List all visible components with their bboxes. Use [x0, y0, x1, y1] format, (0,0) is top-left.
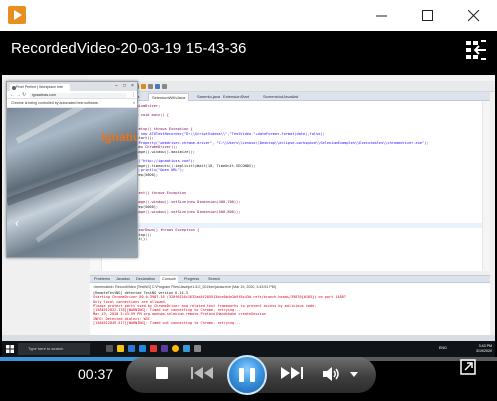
console-tab[interactable]: Javadoc [114, 276, 132, 283]
ide-toolbar [88, 81, 495, 92]
switch-to-library-icon[interactable] [465, 39, 487, 61]
automation-info-bar: Chrome is being controlled by automated … [7, 99, 137, 108]
player-header: RecordedVideo-20-03-19 15-43-36 [0, 31, 497, 75]
address-bar[interactable]: ignaatiuss.com [29, 92, 127, 98]
mail-icon[interactable] [139, 345, 146, 352]
maximize-button[interactable] [405, 0, 451, 31]
taskbar-date: 3/19/2020 [476, 349, 492, 353]
code-line: } [104, 246, 488, 251]
forward-icon[interactable]: → [16, 92, 21, 98]
console-tab[interactable]: Progress [182, 276, 201, 283]
windows-start-icon[interactable] [6, 345, 14, 353]
ide-tab[interactable]: ScreenshotJavaAwt [260, 93, 301, 101]
edge-icon[interactable] [128, 345, 135, 352]
stop-icon[interactable] [156, 367, 168, 379]
browser-tab[interactable]: Pixel Perfect | Workplace Inte [10, 84, 70, 91]
reload-icon[interactable]: ↻ [22, 92, 26, 98]
browser-tabstrip: Pixel Perfect | Workplace Inte – □ × [7, 82, 137, 91]
close-icon[interactable]: × [131, 84, 134, 89]
minimize-button[interactable] [359, 0, 405, 31]
pause-button[interactable] [227, 355, 267, 395]
maximize-icon[interactable]: □ [123, 84, 126, 89]
minimize-icon[interactable]: – [115, 84, 118, 89]
chevron-down-icon[interactable] [349, 370, 359, 378]
console-tab[interactable]: Search [206, 276, 222, 283]
console-tabs: Problems Javadoc Declaration Console Pro… [90, 275, 490, 283]
ide-editor-tabs: NaviCl.java Aver.java SeleniumWithJava S… [90, 92, 490, 101]
task-view-icon[interactable] [106, 345, 113, 352]
elapsed-time: 00:37 [78, 366, 114, 382]
web-page-hero: ignatius ‹ [7, 108, 137, 257]
browser-toolbar: ← → ↻ ignaatiuss.com ⋮ [7, 91, 137, 99]
eclipse-icon[interactable] [161, 345, 168, 352]
app-icon[interactable] [194, 345, 201, 352]
site-logo: ignatius [101, 130, 137, 144]
chrome-icon[interactable] [172, 345, 179, 352]
ide-tab-active[interactable]: SeleniumWithJava [148, 93, 190, 101]
ide-tab[interactable]: ExtensionStart [220, 93, 252, 101]
previous-icon[interactable] [190, 364, 216, 382]
input-language[interactable]: ENG [439, 346, 447, 350]
title-bar [0, 0, 497, 31]
pause-icon [250, 368, 255, 382]
play-icon [8, 6, 26, 24]
hero-image-shape [35, 152, 137, 243]
taskbar-clock[interactable]: 3:43 PM 3/19/2020 [468, 344, 492, 354]
minimize-icon [376, 15, 387, 17]
console-output[interactable]: <terminated> RecordVideo [TestNG] C:\Pro… [90, 283, 490, 335]
code-lines: private SeleniumDriver; public static vo… [104, 104, 488, 251]
pause-icon [239, 368, 244, 382]
volume-icon[interactable] [322, 366, 340, 382]
favicon-icon [11, 85, 16, 90]
menu-icon[interactable]: ⋮ [131, 92, 136, 98]
carousel-prev-icon[interactable]: ‹ [15, 216, 19, 230]
recorded-browser-window: Pixel Perfect | Workplace Inte – □ × ← →… [6, 81, 138, 258]
editor-scrollbar[interactable] [482, 101, 490, 271]
maximize-icon [422, 10, 433, 21]
back-icon[interactable]: ← [10, 92, 15, 98]
console-tab[interactable]: Declaration [134, 276, 157, 283]
video-title: RecordedVideo-20-03-19 15-43-36 [11, 40, 247, 57]
console-tab-active[interactable]: Console [160, 276, 178, 283]
next-icon[interactable] [278, 364, 304, 382]
video-frame[interactable]: NaviCl.java Aver.java SeleniumWithJava S… [2, 75, 495, 357]
app-icon[interactable] [150, 345, 157, 352]
browser-tab-title: Pixel Perfect | Workplace Inte [16, 85, 64, 89]
ide-code-editor[interactable]: private SeleniumDriver; public static vo… [90, 101, 490, 271]
hero-image-shape [7, 146, 137, 206]
fullscreen-icon[interactable] [460, 359, 476, 375]
console-lines: [RemoteTestNG] detected TestNG version 6… [93, 291, 487, 325]
media-player-icon[interactable] [183, 345, 190, 352]
ide-tab[interactable]: Sammlo.java [194, 93, 223, 101]
taskbar-search-box[interactable]: Type here to search [18, 343, 90, 355]
close-button[interactable] [451, 0, 497, 31]
console-line: [1584612849.517][WARNING]: Timed out con… [93, 321, 241, 326]
file-explorer-icon[interactable] [117, 345, 124, 352]
console-process-path: <terminated> RecordVideo [TestNG] C:\Pro… [93, 285, 276, 289]
close-icon[interactable]: × [133, 99, 135, 108]
info-bar-text: Chrome is being controlled by automated … [11, 101, 99, 105]
console-tab[interactable]: Problems [92, 276, 112, 283]
close-icon [468, 10, 480, 22]
